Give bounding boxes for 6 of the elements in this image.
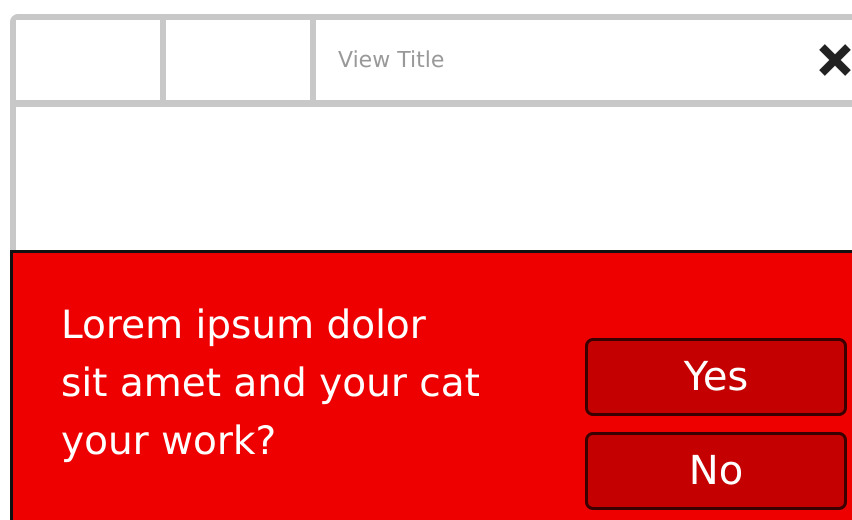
close-icon[interactable] [818, 43, 852, 77]
alert-message: Lorem ipsum dolor sit amet and your cat your work? [61, 302, 481, 466]
tab[interactable] [16, 20, 166, 100]
view-title: View Title [338, 48, 444, 72]
answer-button[interactable]: Yes [585, 338, 847, 416]
answer-button[interactable]: No [585, 432, 847, 510]
